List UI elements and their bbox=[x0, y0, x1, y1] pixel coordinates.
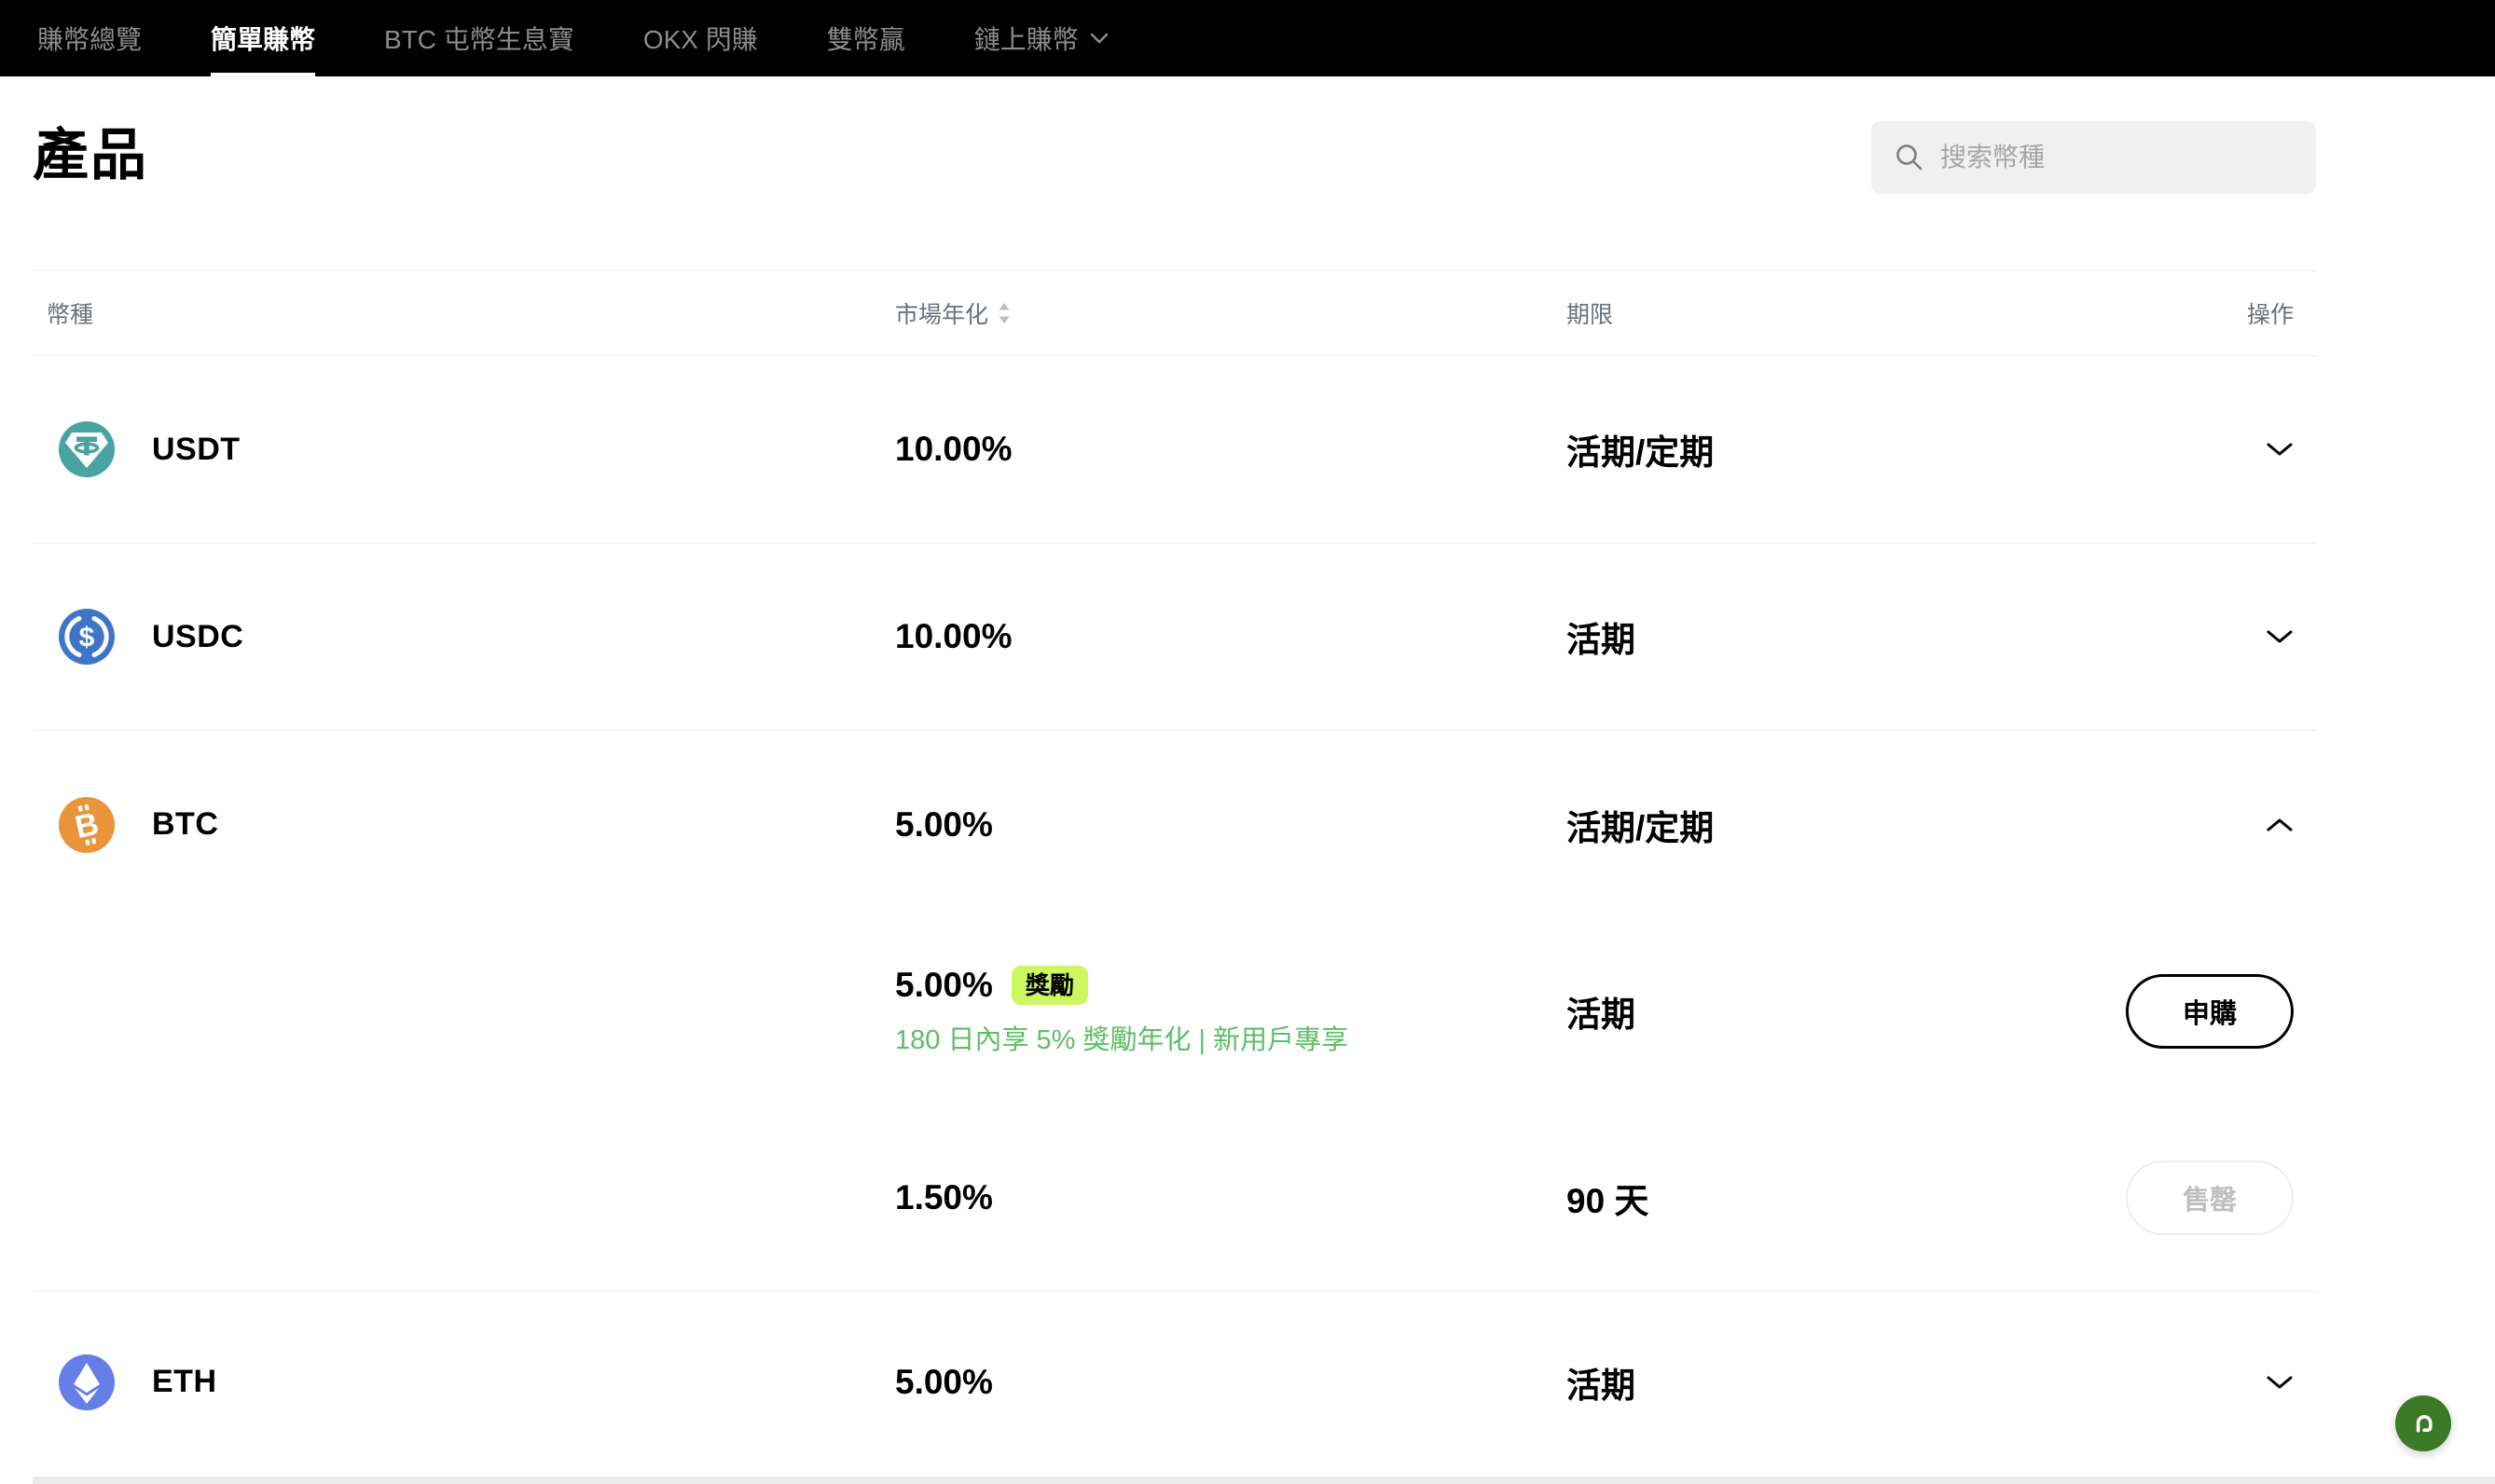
term-value: 活期/定期 bbox=[1566, 424, 1714, 474]
headset-icon bbox=[2406, 1407, 2440, 1440]
apy-value: 10.00% bbox=[895, 430, 1566, 469]
column-header-apy-label: 市場年化 bbox=[895, 296, 988, 330]
chevron-down-icon[interactable] bbox=[2266, 628, 2294, 645]
term-value: 活期 bbox=[1566, 1357, 1635, 1408]
nav-label: 雙幣贏 bbox=[827, 20, 905, 57]
support-chat-button[interactable] bbox=[2395, 1395, 2451, 1451]
column-header-apy[interactable]: 市場年化 bbox=[895, 296, 1566, 330]
chevron-up-icon[interactable] bbox=[2266, 817, 2294, 833]
btc-expanded-section: B BTC 5.00% 活期/定期 bbox=[33, 731, 2316, 1292]
coin-name: USDT bbox=[152, 432, 241, 468]
tether-icon bbox=[59, 421, 115, 477]
btc-sub-row-fixed-90d: 1.50% 90 天 售罄 bbox=[33, 1105, 2316, 1291]
subscribe-button[interactable]: 申購 bbox=[2126, 974, 2294, 1049]
sold-out-button: 售罄 bbox=[2126, 1161, 2294, 1235]
nav-label: 簡單賺幣 bbox=[211, 20, 315, 57]
apy-value: 10.00% bbox=[895, 617, 1566, 656]
nav-item-okx-flash[interactable]: OKX 閃賺 bbox=[643, 0, 758, 76]
table-row-usdc[interactable]: $ USDC 10.00% 活期 bbox=[33, 543, 2316, 731]
nav-item-onchain-earn[interactable]: 鏈上賺幣 bbox=[974, 0, 1109, 76]
chevron-down-icon[interactable] bbox=[2266, 441, 2294, 458]
btc-sub-row-flexible: 5.00% 獎勵 180 日內享 5% 獎勵年化 | 新用戶專享 活期 申購 bbox=[33, 918, 2316, 1105]
nav-item-dual-win[interactable]: 雙幣贏 bbox=[827, 0, 905, 76]
coin-name: USDC bbox=[152, 619, 243, 655]
table-header-row: 幣種 市場年化 期限 操作 bbox=[33, 270, 2316, 356]
term-value: 活期 bbox=[1566, 611, 1635, 662]
table-row-eth[interactable]: ETH 5.00% 活期 bbox=[33, 1292, 2316, 1472]
sub-term-value: 90 天 bbox=[1566, 1173, 1648, 1223]
svg-text:B: B bbox=[72, 805, 102, 845]
chevron-down-icon[interactable] bbox=[2266, 1374, 2294, 1391]
page-header: 產品 bbox=[33, 76, 2316, 270]
column-header-action: 操作 bbox=[2247, 296, 2294, 330]
nav-label: OKX 閃賺 bbox=[643, 20, 758, 57]
ethereum-icon bbox=[59, 1354, 115, 1410]
search-input[interactable] bbox=[1940, 143, 2297, 172]
usdc-icon: $ bbox=[59, 609, 115, 665]
earn-top-nav: 賺幣總覽 簡單賺幣 BTC 屯幣生息寶 OKX 閃賺 雙幣贏 鏈上賺幣 bbox=[0, 0, 2495, 76]
apy-value: 5.00% bbox=[895, 805, 1566, 845]
coin-name: ETH bbox=[152, 1364, 217, 1400]
promo-text: 180 日內享 5% 獎勵年化 | 新用戶專享 bbox=[895, 1018, 1566, 1057]
reward-badge: 獎勵 bbox=[1012, 966, 1088, 1005]
column-header-term: 期限 bbox=[1566, 296, 1613, 330]
svg-text:$: $ bbox=[79, 623, 95, 653]
nav-item-earn-overview[interactable]: 賺幣總覽 bbox=[37, 0, 142, 76]
bitcoin-icon: B bbox=[59, 797, 115, 853]
chevron-down-icon bbox=[1090, 33, 1109, 44]
sub-term-value: 活期 bbox=[1566, 986, 1635, 1037]
sort-icon[interactable] bbox=[998, 302, 1011, 324]
footer-divider bbox=[33, 1477, 2495, 1484]
term-value: 活期/定期 bbox=[1566, 800, 1714, 850]
search-icon bbox=[1894, 142, 1925, 173]
column-header-coin: 幣種 bbox=[33, 296, 895, 330]
nav-item-simple-earn[interactable]: 簡單賺幣 bbox=[211, 0, 315, 76]
nav-label: 賺幣總覽 bbox=[37, 20, 142, 57]
table-row-btc[interactable]: B BTC 5.00% 活期/定期 bbox=[33, 731, 2316, 918]
table-row-usdt[interactable]: USDT 10.00% 活期/定期 bbox=[33, 356, 2316, 543]
search-box[interactable] bbox=[1871, 121, 2316, 194]
sub-apy-value: 5.00% bbox=[895, 966, 993, 1005]
sub-apy-value: 1.50% bbox=[895, 1178, 1566, 1217]
apy-value: 5.00% bbox=[895, 1363, 1566, 1402]
nav-label: 鏈上賺幣 bbox=[974, 20, 1079, 57]
coin-name: BTC bbox=[152, 806, 218, 843]
nav-label: BTC 屯幣生息寶 bbox=[384, 20, 574, 57]
page-title: 產品 bbox=[33, 110, 148, 191]
nav-item-btc-hodl[interactable]: BTC 屯幣生息寶 bbox=[384, 0, 574, 76]
